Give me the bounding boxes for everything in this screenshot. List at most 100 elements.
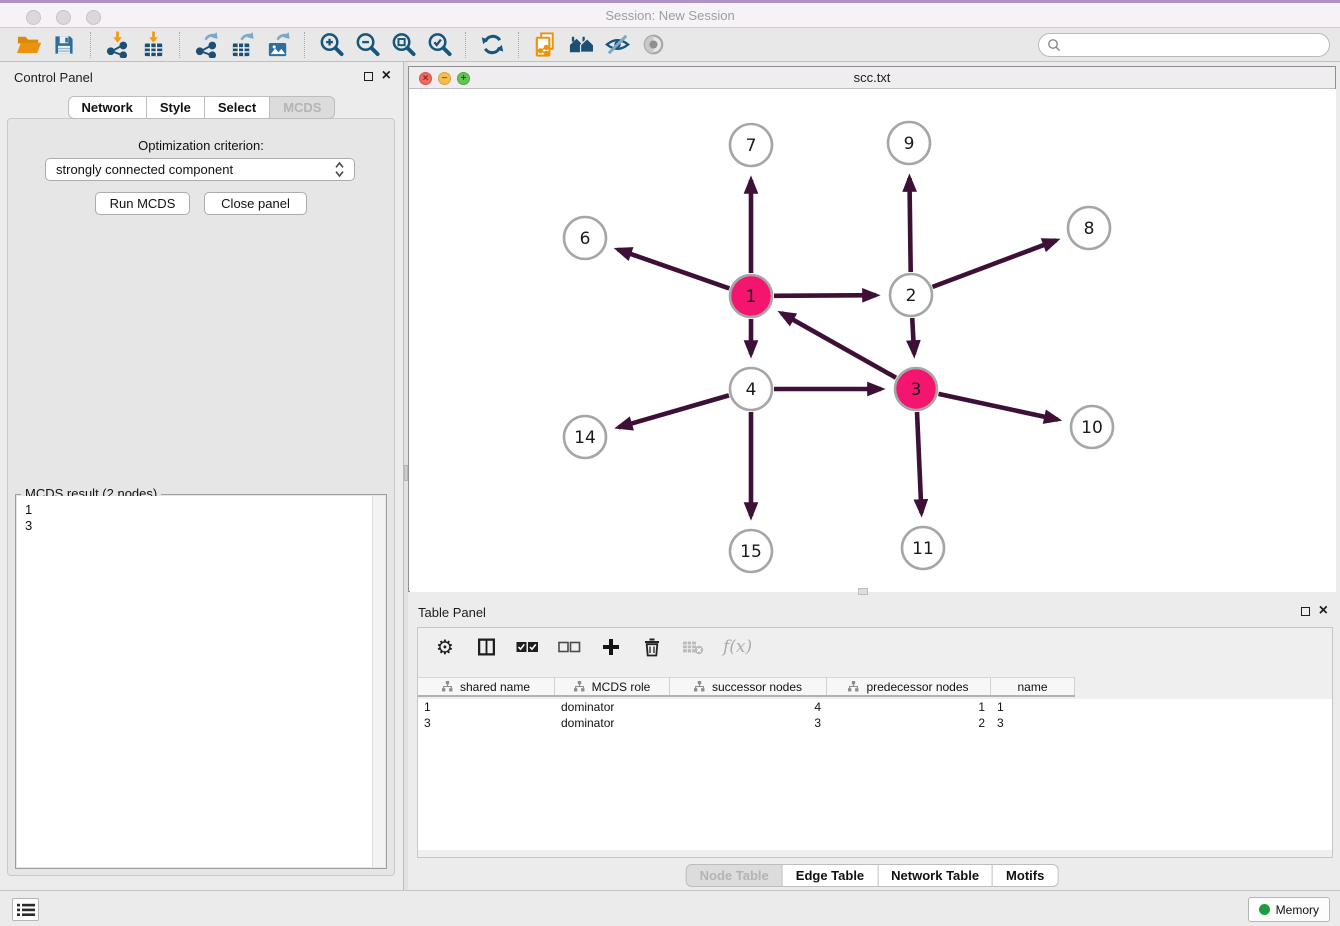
node-4[interactable]: 4 bbox=[730, 368, 772, 410]
svg-text:9: 9 bbox=[904, 134, 915, 154]
add-icon[interactable] bbox=[600, 634, 622, 660]
zoom-selected-icon[interactable] bbox=[421, 30, 457, 60]
mcds-result-list[interactable]: 1 3 bbox=[17, 496, 385, 867]
cell-predecessor-nodes[interactable]: 2 bbox=[827, 715, 991, 731]
cell-name[interactable]: 3 bbox=[991, 715, 1075, 731]
show-columns-icon[interactable] bbox=[475, 634, 497, 660]
zoom-out-icon[interactable] bbox=[349, 30, 385, 60]
table-settings-icon[interactable]: ⚙ bbox=[434, 634, 456, 660]
float-panel-icon[interactable] bbox=[364, 72, 373, 81]
network-title: scc.txt bbox=[409, 70, 1335, 85]
zoom-in-icon[interactable] bbox=[313, 30, 349, 60]
control-panel-header: Control Panel × bbox=[0, 62, 403, 92]
result-scrollbar[interactable] bbox=[372, 496, 385, 867]
import-network-icon[interactable] bbox=[99, 30, 135, 60]
node-15[interactable]: 15 bbox=[730, 530, 772, 572]
column-header-name[interactable]: name bbox=[991, 678, 1075, 695]
node-2[interactable]: 2 bbox=[890, 274, 932, 316]
close-panel-button[interactable]: Close panel bbox=[204, 192, 307, 215]
edge-4-14[interactable] bbox=[619, 395, 729, 427]
node-9[interactable]: 9 bbox=[888, 122, 930, 164]
table-row[interactable]: 3dominator323 bbox=[418, 715, 1332, 731]
search-input[interactable] bbox=[1066, 38, 1321, 52]
close-table-panel-icon[interactable]: × bbox=[1319, 604, 1328, 618]
save-session-icon[interactable] bbox=[46, 30, 82, 60]
tab-network-table[interactable]: Network Table bbox=[878, 864, 993, 887]
svg-text:15: 15 bbox=[740, 542, 762, 562]
title-bar: Session: New Session bbox=[0, 0, 1340, 28]
cell-successor-nodes[interactable]: 3 bbox=[670, 715, 827, 731]
node-8[interactable]: 8 bbox=[1068, 207, 1110, 249]
tab-mcds[interactable]: MCDS bbox=[270, 96, 335, 119]
cell-mcds-role[interactable]: dominator bbox=[555, 699, 670, 715]
column-header-label: name bbox=[1017, 680, 1047, 694]
export-image-icon[interactable] bbox=[260, 30, 296, 60]
column-header-mcds-role[interactable]: MCDS role bbox=[555, 678, 670, 695]
network-window-titlebar[interactable]: × − + scc.txt bbox=[409, 67, 1335, 89]
close-panel-icon[interactable]: × bbox=[382, 69, 391, 83]
tab-network[interactable]: Network bbox=[68, 96, 147, 119]
task-history-button[interactable] bbox=[12, 898, 39, 921]
horizontal-splitter-grip[interactable] bbox=[858, 588, 868, 595]
run-mcds-button[interactable]: Run MCDS bbox=[95, 192, 190, 215]
node-1[interactable]: 1 bbox=[730, 275, 772, 317]
node-6[interactable]: 6 bbox=[564, 217, 606, 259]
cell-shared-name[interactable]: 1 bbox=[418, 699, 555, 715]
tab-edge-table[interactable]: Edge Table bbox=[783, 864, 878, 887]
list-icon bbox=[17, 903, 35, 917]
tab-style[interactable]: Style bbox=[147, 96, 205, 119]
node-10[interactable]: 10 bbox=[1071, 406, 1113, 448]
search-field[interactable] bbox=[1038, 33, 1330, 57]
network-graph[interactable]: 1 2 3 4 6 7 8 9 10 11 14 15 bbox=[410, 89, 1336, 592]
cell-successor-nodes[interactable]: 4 bbox=[670, 699, 827, 715]
tab-node-table[interactable]: Node Table bbox=[686, 864, 783, 887]
select-all-icon[interactable] bbox=[516, 634, 539, 660]
cell-predecessor-nodes[interactable]: 1 bbox=[827, 699, 991, 715]
tab-motifs[interactable]: Motifs bbox=[993, 864, 1058, 887]
node-3[interactable]: 3 bbox=[895, 368, 937, 410]
import-table-icon[interactable] bbox=[135, 30, 171, 60]
optimization-criterion-select[interactable]: strongly connected component bbox=[45, 158, 355, 181]
show-all-icon[interactable] bbox=[635, 30, 671, 60]
svg-text:1: 1 bbox=[746, 287, 757, 307]
network-canvas[interactable]: 1 2 3 4 6 7 8 9 10 11 14 15 bbox=[410, 89, 1336, 592]
deselect-all-icon[interactable] bbox=[558, 634, 581, 660]
hide-selected-icon[interactable] bbox=[599, 30, 635, 60]
new-network-from-selection-icon[interactable] bbox=[527, 30, 563, 60]
svg-text:2: 2 bbox=[906, 286, 917, 306]
column-header-label: shared name bbox=[460, 680, 530, 694]
table-panel-body: ⚙ f(x) bbox=[417, 627, 1333, 858]
toolbar-separator bbox=[304, 32, 305, 58]
export-table-icon[interactable] bbox=[224, 30, 260, 60]
cell-shared-name[interactable]: 3 bbox=[418, 715, 555, 731]
open-session-icon[interactable] bbox=[10, 30, 46, 60]
column-header-successor-nodes[interactable]: successor nodes bbox=[670, 678, 827, 695]
refresh-layout-icon[interactable] bbox=[474, 30, 510, 60]
cell-name[interactable]: 1 bbox=[991, 699, 1075, 715]
edge-1-2[interactable] bbox=[774, 295, 876, 296]
tab-select[interactable]: Select bbox=[205, 96, 270, 119]
toolbar-separator bbox=[179, 32, 180, 58]
edge-2-3[interactable] bbox=[912, 318, 914, 354]
edge-2-9[interactable] bbox=[909, 178, 910, 272]
delete-icon[interactable] bbox=[641, 634, 663, 660]
column-header-shared-name[interactable]: shared name bbox=[418, 678, 555, 695]
edge-1-6[interactable] bbox=[618, 250, 729, 289]
edge-3-1[interactable] bbox=[781, 313, 895, 378]
edge-3-11[interactable] bbox=[917, 412, 921, 513]
node-14[interactable]: 14 bbox=[564, 416, 606, 458]
float-table-panel-icon[interactable] bbox=[1301, 607, 1310, 616]
edge-3-10[interactable] bbox=[938, 394, 1057, 420]
edge-2-8[interactable] bbox=[933, 240, 1057, 287]
cell-mcds-role[interactable]: dominator bbox=[555, 715, 670, 731]
first-neighbors-icon[interactable] bbox=[563, 30, 599, 60]
memory-button[interactable]: Memory bbox=[1248, 897, 1330, 922]
column-header-predecessor-nodes[interactable]: predecessor nodes bbox=[827, 678, 991, 695]
node-11[interactable]: 11 bbox=[902, 527, 944, 569]
zoom-fit-icon[interactable] bbox=[385, 30, 421, 60]
optimization-criterion-value: strongly connected component bbox=[56, 162, 335, 177]
select-stepper-icon bbox=[335, 162, 344, 177]
node-7[interactable]: 7 bbox=[730, 124, 772, 166]
table-row[interactable]: 1dominator411 bbox=[418, 699, 1332, 715]
export-network-icon[interactable] bbox=[188, 30, 224, 60]
